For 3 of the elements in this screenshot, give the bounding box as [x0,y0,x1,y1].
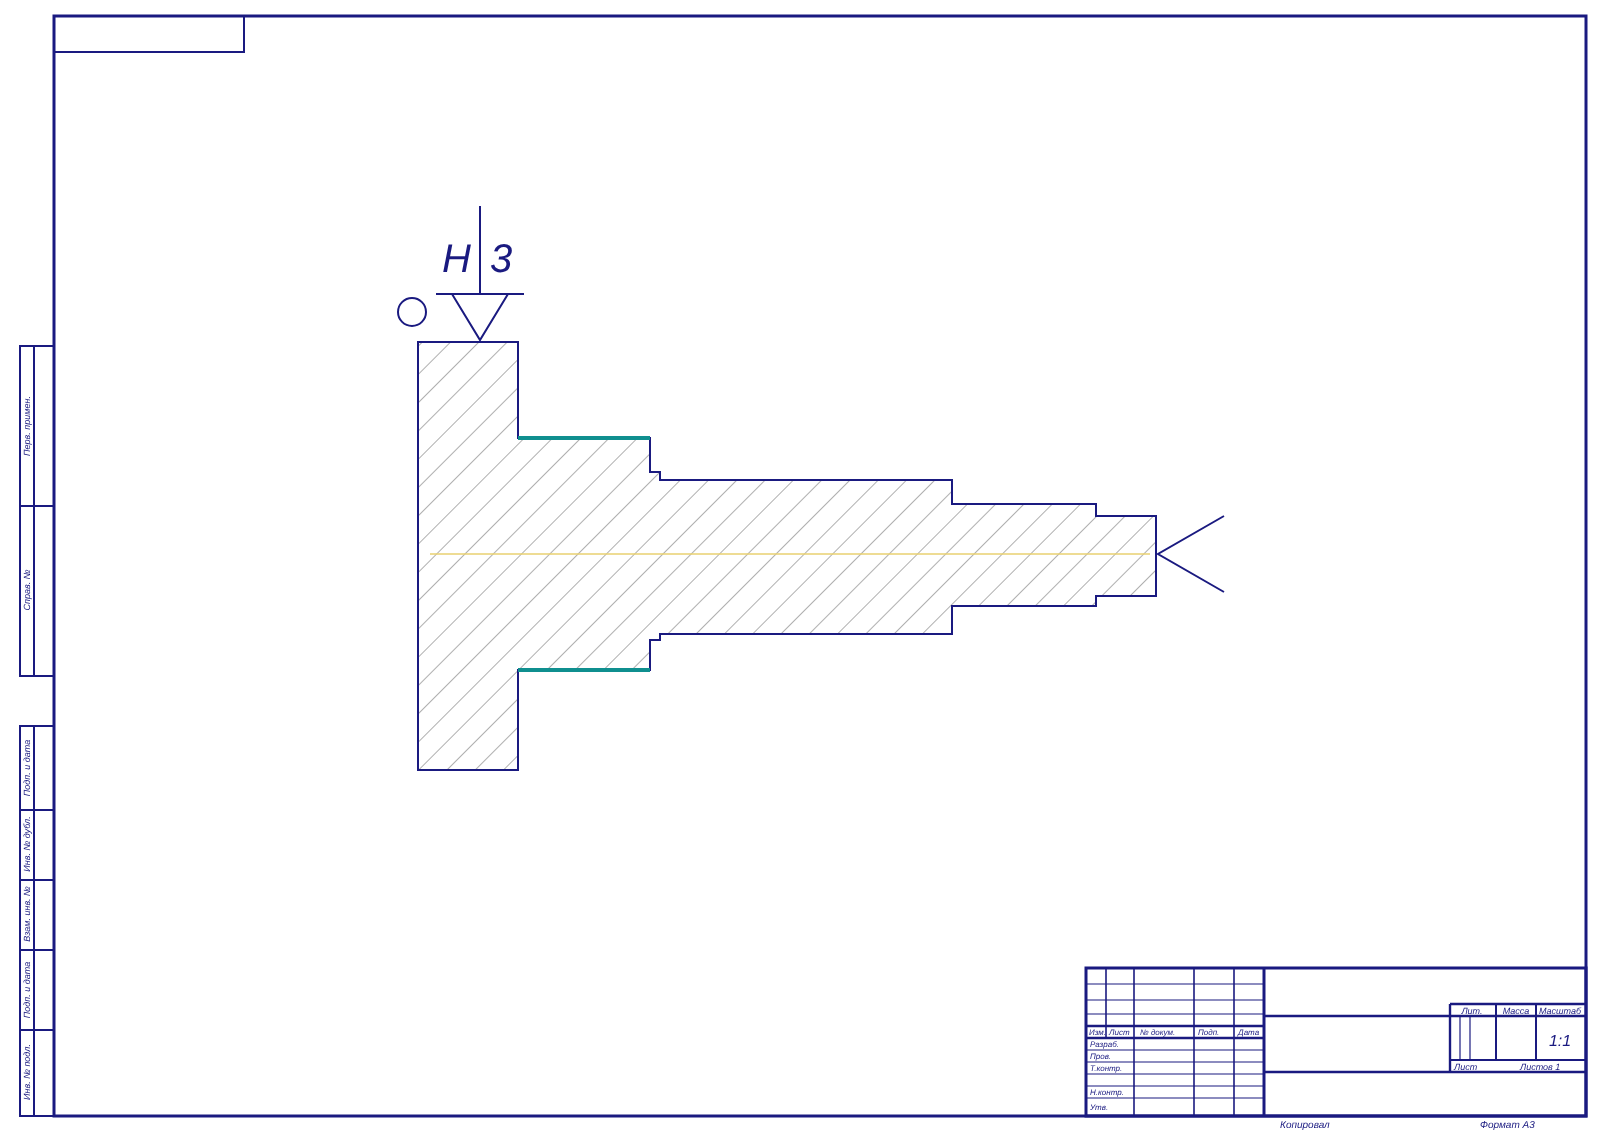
roughness-mark: 3 [490,238,513,282]
scale-value: 1:1 [1548,1032,1572,1050]
roughness-mark: Н [442,238,471,282]
